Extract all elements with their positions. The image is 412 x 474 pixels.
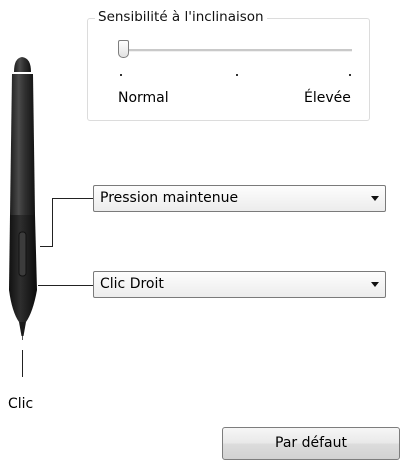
tilt-max-label: Élevée — [304, 90, 351, 106]
tilt-min-label: Normal — [118, 90, 169, 106]
chevron-down-icon — [371, 282, 379, 287]
tilt-slider-tick — [349, 74, 351, 76]
upper-button-connector — [52, 198, 53, 247]
pen-icon — [9, 57, 37, 340]
tilt-slider-tick — [236, 74, 238, 76]
tilt-slider-thumb[interactable] — [118, 40, 129, 58]
tilt-slider-tick — [120, 74, 122, 76]
tilt-sensitivity-title: Sensibilité à l'inclinaison — [95, 9, 267, 25]
upper-button-connector — [52, 198, 93, 199]
lower-button-dropdown[interactable]: Clic Droit — [93, 271, 386, 298]
tip-function-label: Clic — [8, 396, 34, 412]
chevron-down-icon — [371, 196, 379, 201]
upper-button-connector — [40, 246, 52, 247]
pen-settings-panel: Sensibilité à l'inclinaison Normal Élevé… — [0, 0, 412, 474]
tip-connector — [22, 350, 23, 377]
upper-button-dropdown[interactable]: Pression maintenue — [93, 185, 386, 212]
default-button[interactable]: Par défaut — [222, 427, 400, 460]
lower-button-connector — [38, 285, 93, 286]
lower-button-dropdown-value: Clic Droit — [100, 276, 164, 292]
upper-button-dropdown-value: Pression maintenue — [100, 190, 239, 206]
tilt-slider-track[interactable] — [120, 49, 352, 52]
